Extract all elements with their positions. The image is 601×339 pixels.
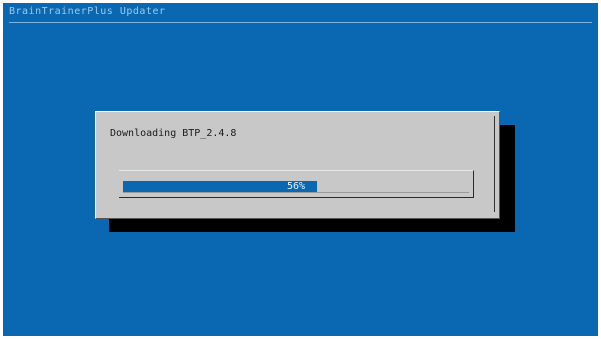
dialog-message: Downloading BTP_2.4.8 (110, 128, 237, 139)
progress-dialog: Downloading BTP_2.4.8 56% (95, 111, 500, 219)
progress-gauge-frame: 56% (119, 170, 474, 198)
backtitle: BrainTrainerPlus Updater (9, 6, 166, 17)
backtitle-divider (9, 22, 592, 23)
progress-gauge: 56% (123, 181, 469, 193)
dialog-border-right (491, 116, 495, 212)
progress-percent-label: 56% (286, 181, 306, 192)
terminal-screen: BrainTrainerPlus Updater Downloading BTP… (3, 3, 598, 336)
